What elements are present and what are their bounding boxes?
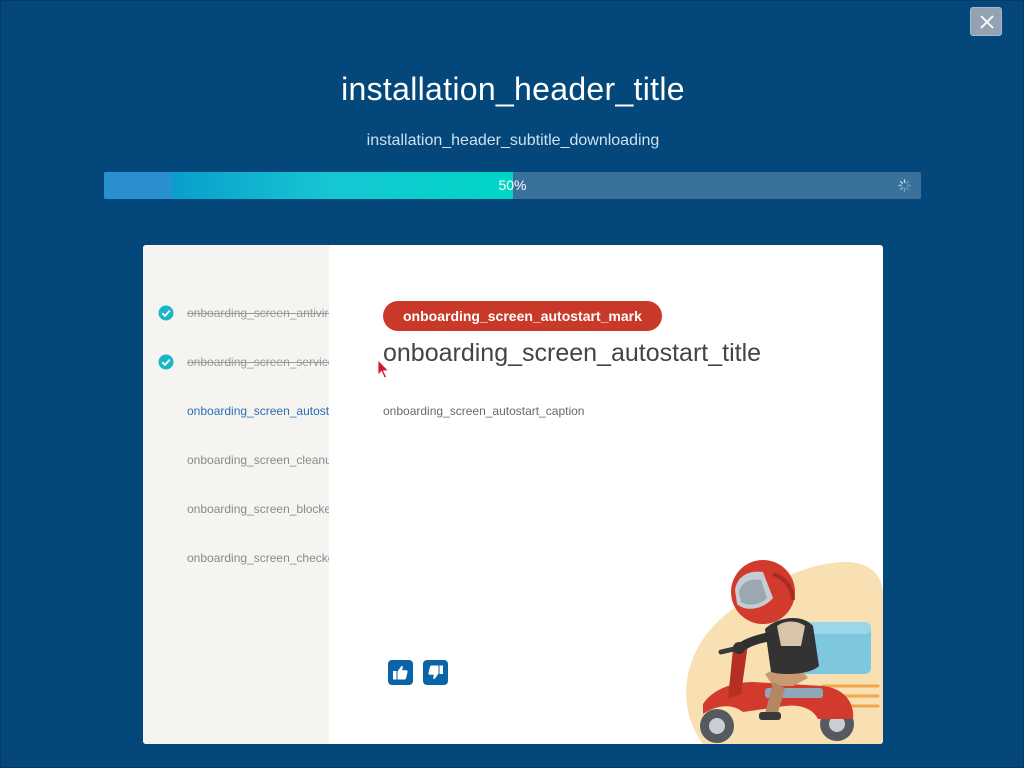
step-item-autostart[interactable]: onboarding_screen_autostart_title xyxy=(143,399,329,423)
close-icon xyxy=(980,15,994,29)
step-label: onboarding_screen_services_title xyxy=(187,355,329,369)
onboarding-card: onboarding_screen_antivirus_title onboar… xyxy=(143,245,883,744)
step-item-blocker[interactable]: onboarding_screen_blocker_title xyxy=(143,497,329,521)
content-caption: onboarding_screen_autostart_caption xyxy=(383,404,585,418)
step-label: onboarding_screen_checker_title xyxy=(187,551,329,565)
autostart-mark-badge: onboarding_screen_autostart_mark xyxy=(383,301,662,331)
scooter-rider-illustration xyxy=(686,560,883,744)
content-title: onboarding_screen_autostart_title xyxy=(383,339,762,367)
thumbs-up-icon xyxy=(393,666,408,680)
progress-bar: 50% xyxy=(104,172,921,199)
check-icon xyxy=(158,305,174,321)
step-label: onboarding_screen_antivirus_title xyxy=(187,306,329,320)
step-item-cleanup[interactable]: onboarding_screen_cleanup_title xyxy=(143,448,329,472)
step-label: onboarding_screen_blocker_title xyxy=(187,502,329,516)
step-item-antivirus[interactable]: onboarding_screen_antivirus_title xyxy=(143,301,329,325)
step-label: onboarding_screen_autostart_title xyxy=(187,404,329,418)
onboarding-steps-sidebar: onboarding_screen_antivirus_title onboar… xyxy=(143,245,329,744)
check-icon xyxy=(158,354,174,370)
progress-label: 50% xyxy=(498,177,527,193)
spinner-icon xyxy=(898,179,911,192)
step-item-services[interactable]: onboarding_screen_services_title xyxy=(143,350,329,374)
mouse-cursor-icon xyxy=(377,359,390,379)
thumbs-down-icon xyxy=(428,665,443,679)
header-title: installation_header_title xyxy=(341,71,685,107)
close-button[interactable] xyxy=(970,7,1002,36)
onboarding-content: onboarding_screen_autostart_mark onboard… xyxy=(329,245,883,744)
thumbs-up-button[interactable] xyxy=(388,660,413,685)
header-subtitle: installation_header_subtitle_downloading xyxy=(366,132,660,149)
thumbs-down-button[interactable] xyxy=(423,660,448,685)
step-label: onboarding_screen_cleanup_title xyxy=(187,453,329,467)
step-item-checker[interactable]: onboarding_screen_checker_title xyxy=(143,546,329,570)
